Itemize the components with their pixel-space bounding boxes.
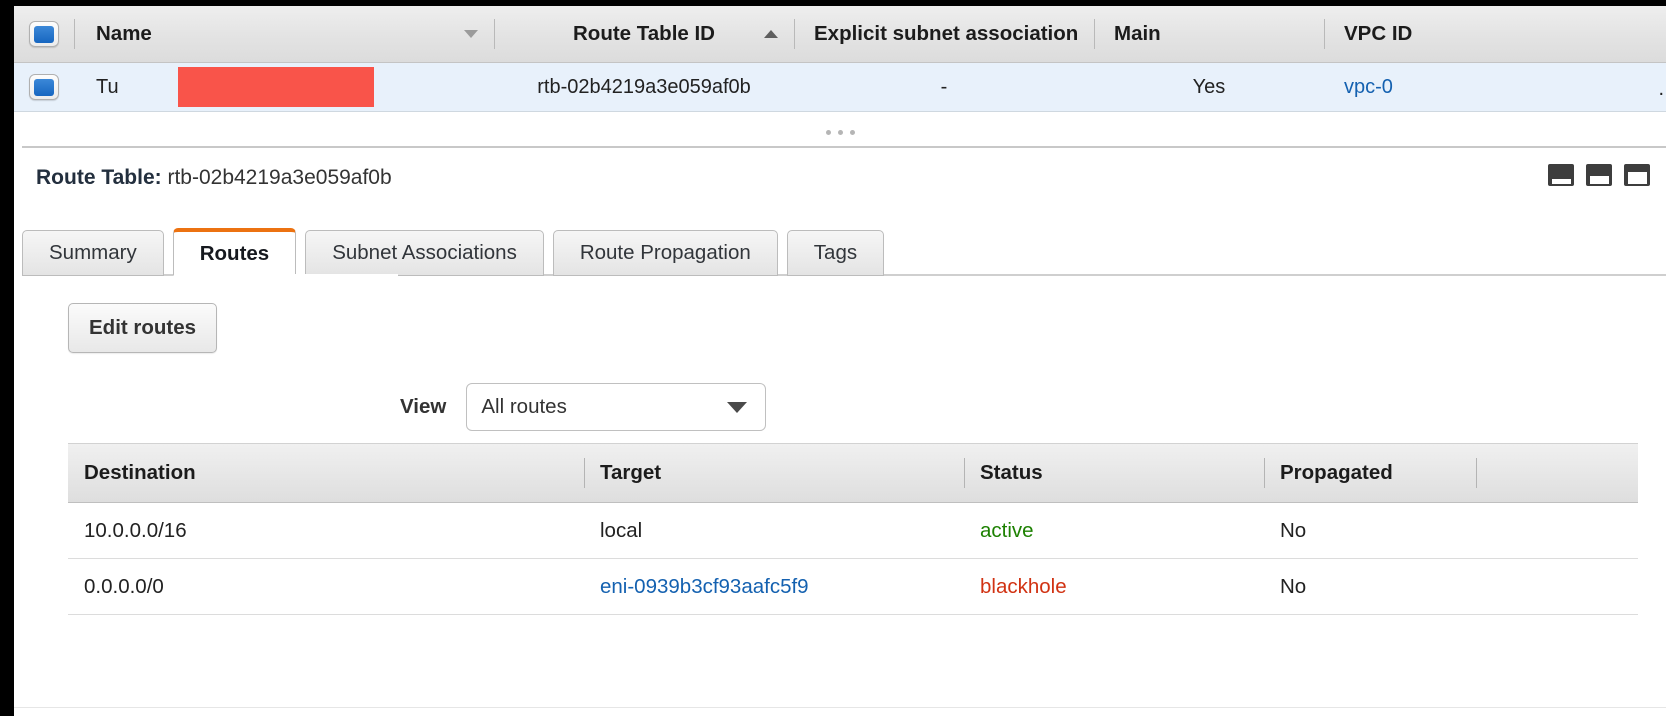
- panel-bottom-edge: [14, 707, 1666, 716]
- route-destination-value: 0.0.0.0/0: [84, 574, 164, 598]
- chevron-down-icon[interactable]: [727, 401, 748, 413]
- edit-routes-button[interactable]: Edit routes: [68, 303, 218, 353]
- tab-routes-label: Routes: [199, 241, 270, 265]
- row-name-value: Tu: [96, 75, 119, 98]
- row-checkbox[interactable]: [29, 74, 59, 100]
- table-row[interactable]: 0.0.0.0/0 eni-0939b3cf93aafc5f9 blackhol…: [68, 559, 1638, 615]
- routes-column-header-status[interactable]: Status: [964, 444, 1264, 502]
- view-filter-row: View All routes: [400, 383, 767, 431]
- select-all-checkbox[interactable]: [29, 21, 59, 47]
- route-propagated-value: No: [1280, 574, 1307, 598]
- route-status-cell: active: [964, 503, 1264, 558]
- row-main-cell: Yes: [1094, 63, 1324, 111]
- edit-routes-button-label: Edit routes: [89, 316, 197, 339]
- tab-subnet-associations-label: Subnet Associations: [332, 241, 517, 264]
- route-spacer-cell: [1476, 503, 1638, 558]
- view-filter-label: View: [400, 395, 447, 418]
- tab-subnet-associations[interactable]: Subnet Associations: [305, 230, 544, 276]
- column-header-vpc-id[interactable]: VPC ID: [1324, 6, 1666, 62]
- tab-tags[interactable]: Tags: [786, 230, 885, 276]
- tab-tags-label: Tags: [813, 241, 858, 264]
- column-header-explicit-subnet-association[interactable]: Explicit subnet association: [794, 6, 1094, 62]
- route-tables-list-header: Name Route Table ID Explicit subnet asso…: [14, 6, 1666, 63]
- splitter-grip-icon[interactable]: [825, 129, 855, 135]
- panel-size-controls: [1548, 164, 1650, 186]
- view-filter-select[interactable]: All routes: [466, 383, 767, 431]
- column-header-name-label: Name: [96, 22, 152, 45]
- route-target-cell: eni-0939b3cf93aafc5f9: [584, 559, 964, 614]
- routes-column-header-propagated[interactable]: Propagated: [1264, 444, 1476, 502]
- aws-vpc-route-tables-console: Name Route Table ID Explicit subnet asso…: [0, 0, 1666, 716]
- tab-summary-label: Summary: [49, 241, 137, 264]
- route-tables-list: Name Route Table ID Explicit subnet asso…: [14, 6, 1666, 112]
- status-badge: blackhole: [980, 574, 1067, 598]
- table-row[interactable]: 10.0.0.0/16 local active No: [68, 503, 1638, 559]
- route-propagated-cell: No: [1264, 559, 1476, 614]
- detail-panel-title-label: Route Table:: [36, 166, 162, 189]
- tab-route-propagation[interactable]: Route Propagation: [552, 230, 778, 276]
- panel-large-icon[interactable]: [1624, 164, 1650, 186]
- view-filter-selected-value: All routes: [481, 395, 567, 418]
- status-badge: active: [980, 518, 1034, 542]
- column-header-explicit-subnet-association-label: Explicit subnet association: [814, 22, 1079, 45]
- route-target-cell: local: [584, 503, 964, 558]
- route-propagated-value: No: [1280, 518, 1307, 542]
- column-header-route-table-id[interactable]: Route Table ID: [494, 6, 794, 62]
- select-all-checkbox-cell[interactable]: [14, 6, 74, 62]
- redaction-block-name: [178, 67, 374, 107]
- tab-route-propagation-label: Route Propagation: [579, 241, 751, 264]
- row-checkbox-cell[interactable]: [14, 63, 74, 111]
- route-destination-cell: 0.0.0.0/0: [68, 559, 584, 614]
- tab-summary[interactable]: Summary: [22, 230, 164, 276]
- tab-routes[interactable]: Routes: [172, 228, 297, 276]
- route-target-value: local: [600, 518, 643, 542]
- row-name-cell: Tu: [74, 63, 494, 111]
- row-main-value: Yes: [1192, 75, 1226, 98]
- sort-descending-icon[interactable]: [464, 30, 478, 38]
- column-header-main-label: Main: [1114, 22, 1161, 45]
- routes-column-header-destination-label: Destination: [84, 461, 196, 484]
- column-header-route-table-id-label: Route Table ID: [573, 22, 715, 45]
- row-vpc-id-link[interactable]: vpc-0: [1344, 76, 1393, 99]
- column-header-main[interactable]: Main: [1094, 6, 1324, 62]
- route-status-cell: blackhole: [964, 559, 1264, 614]
- sort-ascending-icon[interactable]: [764, 30, 778, 38]
- detail-panel: Route Table: rtb-02b4219a3e059af0b Summa…: [14, 148, 1666, 716]
- route-target-link[interactable]: eni-0939b3cf93aafc5f9: [600, 575, 809, 599]
- routes-column-header-destination[interactable]: Destination: [68, 444, 584, 502]
- row-vpc-id-trailing: .: [1658, 78, 1664, 100]
- detail-panel-title-value: rtb-02b4219a3e059af0b: [167, 166, 392, 189]
- row-explicit-subnet-association-cell: -: [794, 63, 1094, 111]
- column-header-name[interactable]: Name: [74, 6, 494, 62]
- routes-column-header-status-label: Status: [980, 461, 1043, 484]
- routes-column-header-propagated-label: Propagated: [1280, 461, 1393, 484]
- routes-column-header-target[interactable]: Target: [584, 444, 964, 502]
- panel-medium-icon[interactable]: [1586, 164, 1612, 186]
- routes-column-header-target-label: Target: [600, 461, 662, 484]
- panel-small-icon[interactable]: [1548, 164, 1574, 186]
- detail-tab-strip: Summary Routes Subnet Associations Route…: [22, 226, 893, 276]
- route-spacer-cell: [1476, 559, 1638, 614]
- route-destination-cell: 10.0.0.0/16: [68, 503, 584, 558]
- panel-splitter[interactable]: [14, 119, 1666, 145]
- row-explicit-subnet-association-value: -: [940, 75, 948, 98]
- routes-table-header: Destination Target Status Propagated: [68, 443, 1638, 503]
- row-vpc-id-cell: vpc-0 .: [1324, 63, 1666, 111]
- row-route-table-id-cell: rtb-02b4219a3e059af0b: [494, 63, 794, 111]
- route-destination-value: 10.0.0.0/16: [84, 518, 187, 542]
- row-route-table-id-value: rtb-02b4219a3e059af0b: [537, 75, 751, 98]
- column-header-vpc-id-label: VPC ID: [1344, 22, 1413, 45]
- routes-table: Destination Target Status Propagated 10.…: [68, 443, 1638, 615]
- routes-column-header-spacer: [1476, 444, 1638, 502]
- detail-panel-title: Route Table: rtb-02b4219a3e059af0b: [36, 166, 392, 190]
- table-row[interactable]: Tu rtb-02b4219a3e059af0b - Yes vpc-0 .: [14, 63, 1666, 112]
- route-propagated-cell: No: [1264, 503, 1476, 558]
- active-tab-underline-mask: [232, 274, 398, 277]
